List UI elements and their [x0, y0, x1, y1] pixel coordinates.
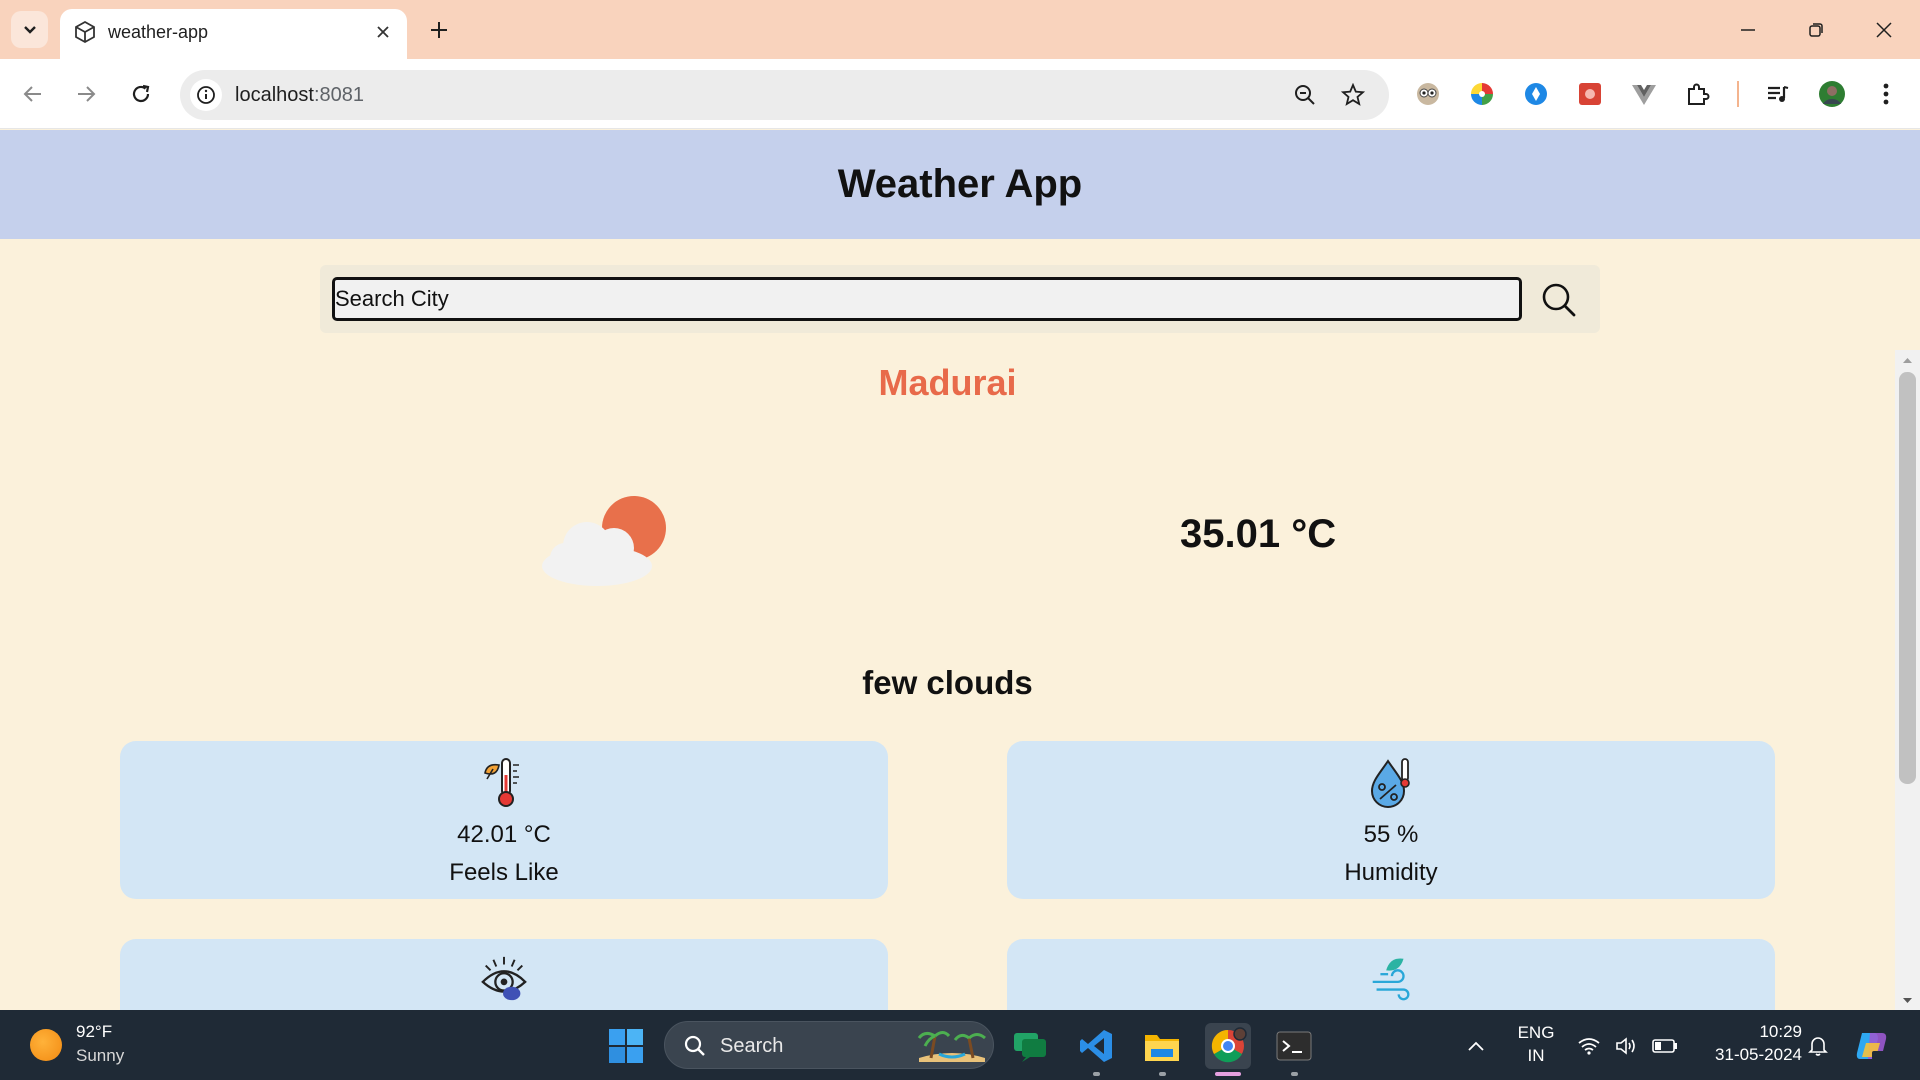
tab-title: weather-app [108, 22, 209, 42]
chrome-active-indicator [1215, 1072, 1241, 1076]
clock-time: 10:29 [1759, 1022, 1802, 1041]
extension-color-wheel-icon[interactable] [1466, 78, 1498, 110]
arrow-left-icon [23, 86, 41, 102]
vscode-running-indicator [1093, 1072, 1100, 1076]
new-tab-button[interactable] [423, 14, 455, 46]
bookmark-star-icon[interactable] [1338, 80, 1368, 110]
extension-owl-icon[interactable] [1412, 78, 1444, 110]
back-button[interactable] [15, 76, 51, 112]
extension-red-puzzle-icon[interactable] [1574, 78, 1606, 110]
address-bar[interactable]: localhost:8081 [180, 70, 1389, 120]
reload-button[interactable] [123, 76, 159, 112]
chrome-taskbar-icon[interactable] [1205, 1023, 1251, 1069]
page-scrollbar[interactable] [1895, 350, 1920, 1010]
close-window-button[interactable] [1866, 12, 1902, 48]
language-indicator[interactable]: ENG IN [1511, 1023, 1561, 1066]
scroll-thumb[interactable] [1899, 372, 1916, 784]
profile-avatar[interactable] [1816, 78, 1848, 110]
minimize-icon [1741, 29, 1755, 31]
extension-vue-icon[interactable] [1628, 78, 1660, 110]
temperature-value: 35.01 °C [1180, 512, 1337, 556]
terminal-running-indicator [1291, 1072, 1298, 1076]
vscode-icon[interactable] [1073, 1023, 1119, 1069]
humidity-icon [1370, 758, 1410, 808]
visibility-eye-icon [481, 956, 527, 1001]
feels-like-card: 42.01 °C Feels Like [120, 741, 888, 899]
windows-start-button[interactable] [603, 1023, 649, 1069]
search-bar [320, 265, 1600, 333]
wifi-icon[interactable] [1571, 1023, 1607, 1069]
taskbar-search-label: Search [720, 1035, 784, 1057]
reload-icon [132, 84, 150, 103]
city-name: Madurai [878, 362, 1017, 403]
tab-search-button[interactable] [11, 11, 48, 48]
battery-icon[interactable] [1647, 1023, 1683, 1069]
humidity-value: 55 % [1363, 821, 1419, 848]
scroll-up-arrow-icon[interactable] [1901, 354, 1914, 366]
volume-icon[interactable] [1609, 1023, 1645, 1069]
chevron-up-icon [1468, 1041, 1484, 1051]
extensions-puzzle-icon[interactable] [1682, 78, 1714, 110]
app-title: Weather App [837, 162, 1083, 206]
feels-like-label: Feels Like [449, 859, 559, 886]
terminal-icon[interactable] [1271, 1023, 1317, 1069]
search-button[interactable] [1538, 279, 1580, 321]
minimize-button[interactable] [1730, 12, 1766, 48]
browser-tab-active[interactable]: weather-app [60, 9, 407, 59]
humidity-card: 55 % Humidity [1007, 741, 1775, 899]
notification-bell-icon[interactable] [1800, 1023, 1836, 1069]
browser-tab-bar: weather-app [0, 0, 1920, 59]
toolbar-divider [1737, 81, 1739, 107]
humidity-label: Humidity [1344, 859, 1438, 886]
clock-date: 31-05-2024 [1715, 1045, 1802, 1064]
browser-menu-icon[interactable] [1870, 78, 1902, 110]
sun-icon[interactable] [30, 1029, 62, 1061]
windows-taskbar: 92°F Sunny Search ENG IN 10:29 31-05-202… [0, 1010, 1920, 1080]
copilot-icon[interactable] [1850, 1023, 1894, 1069]
scroll-down-arrow-icon[interactable] [1901, 994, 1914, 1006]
search-icon [684, 1035, 705, 1056]
extension-blue-drop-icon[interactable] [1520, 78, 1552, 110]
taskbar-weather-condition[interactable]: Sunny [76, 1046, 124, 1066]
restore-button[interactable] [1798, 12, 1834, 48]
cube-favicon-icon [75, 20, 95, 44]
search-icon [1542, 283, 1576, 317]
clock[interactable]: 10:29 31-05-2024 [1692, 1022, 1802, 1065]
app-header: Weather App [0, 130, 1920, 239]
site-info-icon[interactable] [190, 79, 222, 111]
url-host: localhost [235, 84, 314, 106]
media-control-icon[interactable] [1762, 78, 1794, 110]
windows-logo-icon [609, 1029, 643, 1063]
taskbar-search-box[interactable]: Search [664, 1021, 994, 1069]
weather-description: few clouds [862, 664, 1033, 701]
explorer-running-indicator [1159, 1072, 1166, 1076]
wind-icon [1372, 958, 1410, 1001]
chat-app-icon[interactable] [1007, 1023, 1053, 1069]
beach-palm-icon [917, 1031, 986, 1062]
few-clouds-day-icon [542, 496, 666, 586]
chevron-down-icon [23, 25, 36, 34]
file-explorer-icon[interactable] [1139, 1023, 1185, 1069]
tab-close-icon[interactable] [371, 20, 395, 44]
plus-icon [431, 22, 447, 38]
close-icon [1876, 22, 1892, 38]
taskbar-weather-temp[interactable]: 92°F [76, 1022, 112, 1042]
browser-toolbar: localhost:8081 [0, 59, 1920, 129]
forward-button[interactable] [68, 76, 104, 112]
feels-like-value: 42.01 °C [457, 821, 551, 848]
language-code: ENG [1517, 1023, 1555, 1042]
zoom-icon[interactable] [1290, 80, 1320, 110]
region-code: IN [1527, 1046, 1545, 1065]
city-search-input[interactable] [332, 277, 1522, 321]
visibility-card [120, 939, 888, 1010]
wind-card [1007, 939, 1775, 1010]
arrow-right-icon [78, 86, 96, 102]
url-text[interactable]: localhost:8081 [235, 84, 364, 107]
thermometer-icon [484, 758, 519, 807]
show-hidden-icons-button[interactable] [1456, 1023, 1496, 1069]
url-port: :8081 [313, 84, 364, 106]
restore-icon [1809, 23, 1823, 37]
